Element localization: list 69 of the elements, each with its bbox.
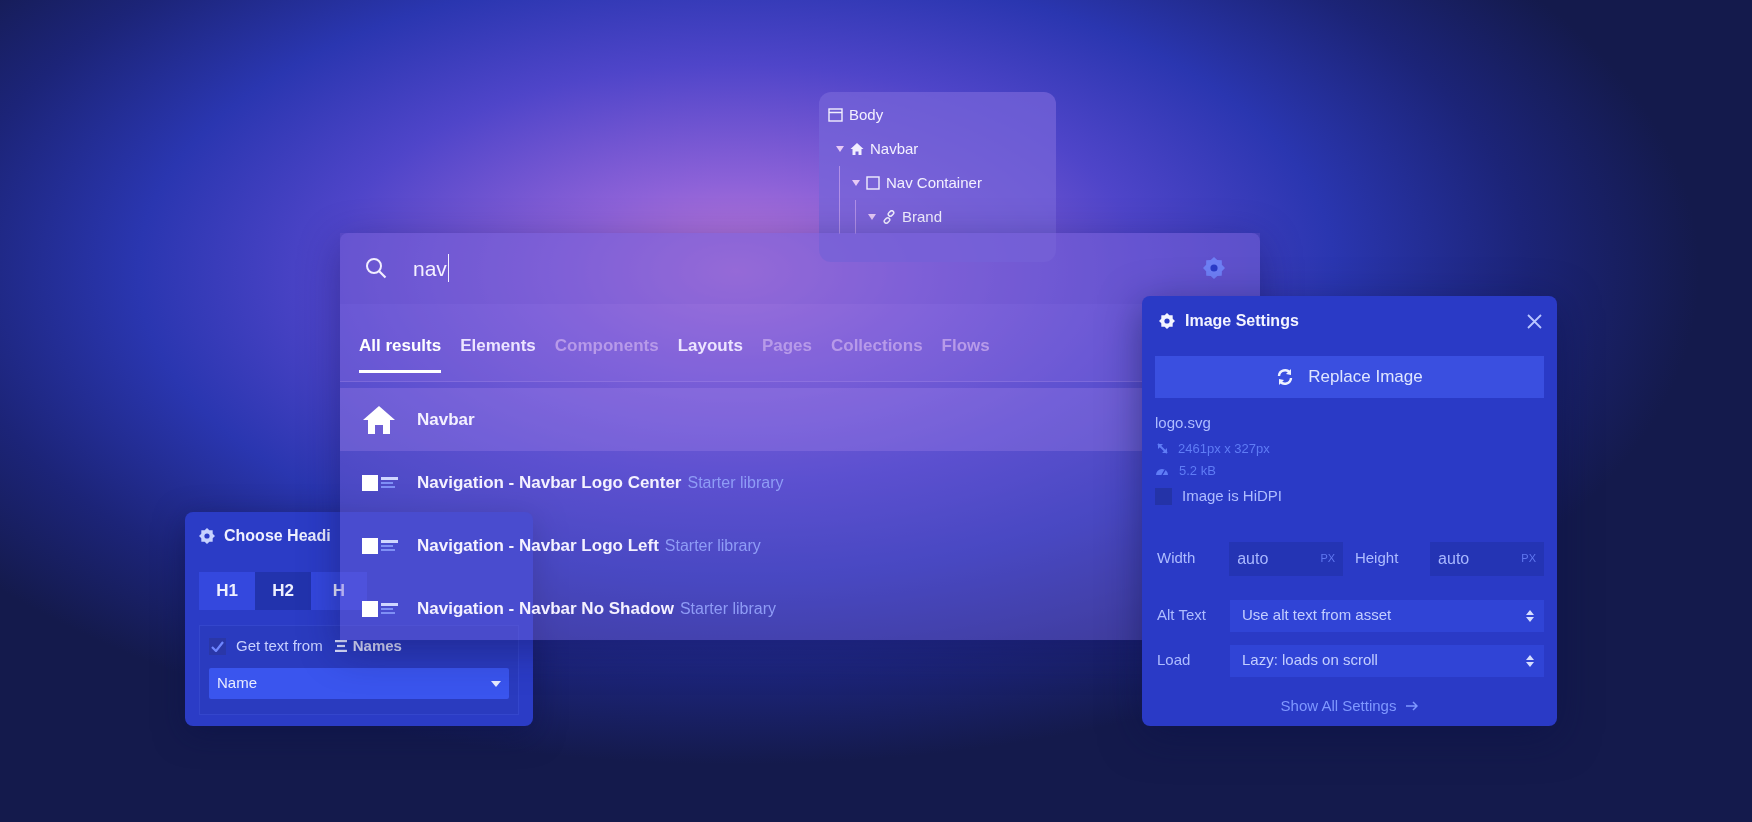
window-icon <box>828 108 843 122</box>
result-row[interactable]: Navigation - Navbar Logo Center Starter library <box>340 451 1142 514</box>
tree-item[interactable]: Body <box>849 103 884 127</box>
result-title: Navigation - Navbar No Shadow <box>417 597 674 620</box>
refresh-icon <box>1276 368 1295 386</box>
settings-icon <box>199 528 215 544</box>
check-icon <box>211 640 224 652</box>
checkbox[interactable] <box>1155 488 1172 505</box>
unit-label: PX <box>1320 551 1336 567</box>
panel-title: Choose Headi <box>224 526 331 546</box>
filter-tab[interactable]: Layouts <box>677 321 743 374</box>
checkbox-label: Get text from <box>236 635 323 656</box>
result-title: Navbar <box>417 408 475 431</box>
field-label: Height <box>1354 548 1400 569</box>
heading-level-tab[interactable]: H <box>311 572 367 610</box>
size-field[interactable]: auto PX <box>1229 541 1344 576</box>
caret-icon[interactable] <box>868 213 876 221</box>
caret-icon[interactable] <box>836 145 844 153</box>
show-all-settings-link[interactable]: Show All Settings <box>1280 694 1419 717</box>
tree-item[interactable]: Navbar <box>870 137 919 161</box>
sort-icon <box>1526 654 1534 667</box>
result-title: Navigation - Navbar Logo Left <box>417 534 659 557</box>
select-field[interactable]: Lazy: loads on scroll <box>1230 644 1544 677</box>
field-label: Alt Text <box>1156 605 1207 626</box>
tree-item[interactable]: Nav Container <box>886 171 982 195</box>
heading-level-tab[interactable]: H1 <box>199 572 255 610</box>
name-dropdown[interactable]: Name <box>209 668 509 699</box>
checkbox[interactable] <box>209 637 226 655</box>
sort-icon <box>1526 609 1534 622</box>
result-source: Starter library <box>664 535 761 556</box>
settings-icon <box>1159 313 1175 329</box>
file-name: logo.svg <box>1155 413 1212 433</box>
image-dimensions: 2461px x 327px <box>1178 439 1270 458</box>
select-field[interactable]: Use alt text from asset <box>1230 599 1544 632</box>
close-icon <box>1526 313 1542 329</box>
layout-icon <box>362 600 398 617</box>
stack-icon <box>334 640 347 652</box>
caret-icon[interactable] <box>852 179 860 187</box>
home-icon <box>850 142 864 156</box>
filter-tab[interactable]: Elements <box>460 321 536 374</box>
tree-item[interactable]: Brand <box>902 205 943 229</box>
search-icon <box>365 257 387 280</box>
result-source: Starter library <box>679 598 776 619</box>
field-label: Load <box>1156 650 1192 671</box>
file-size: 5.2 kB <box>1179 461 1216 480</box>
home-icon <box>362 404 396 435</box>
gauge-icon <box>1156 466 1168 475</box>
caret-icon <box>491 680 501 687</box>
replace-image-button[interactable]: Replace Image <box>1155 356 1544 398</box>
result-source: Starter library <box>687 472 784 493</box>
result-title: Navigation - Navbar Logo Center <box>417 471 682 494</box>
panel-title: Image Settings <box>1185 311 1299 331</box>
checkbox-label: Image is HiDPI <box>1182 486 1283 507</box>
result-row[interactable]: Navbar <box>340 388 1142 451</box>
filter-tab[interactable]: All results <box>359 321 442 374</box>
heading-level-tab[interactable]: H2 <box>255 572 311 610</box>
text-cursor <box>447 254 450 283</box>
settings-icon <box>1203 257 1225 280</box>
layout-icon <box>362 474 398 491</box>
resize-icon <box>1157 443 1168 454</box>
link-icon <box>882 210 896 224</box>
unit-label: PX <box>1521 551 1536 567</box>
square-icon <box>866 176 880 190</box>
close-button[interactable] <box>1524 311 1544 331</box>
source-label: Names <box>352 635 402 656</box>
layout-icon <box>362 537 398 554</box>
arrow-right-icon <box>1406 700 1419 711</box>
field-label: Width <box>1156 548 1197 569</box>
size-field[interactable]: auto PX <box>1430 541 1544 576</box>
